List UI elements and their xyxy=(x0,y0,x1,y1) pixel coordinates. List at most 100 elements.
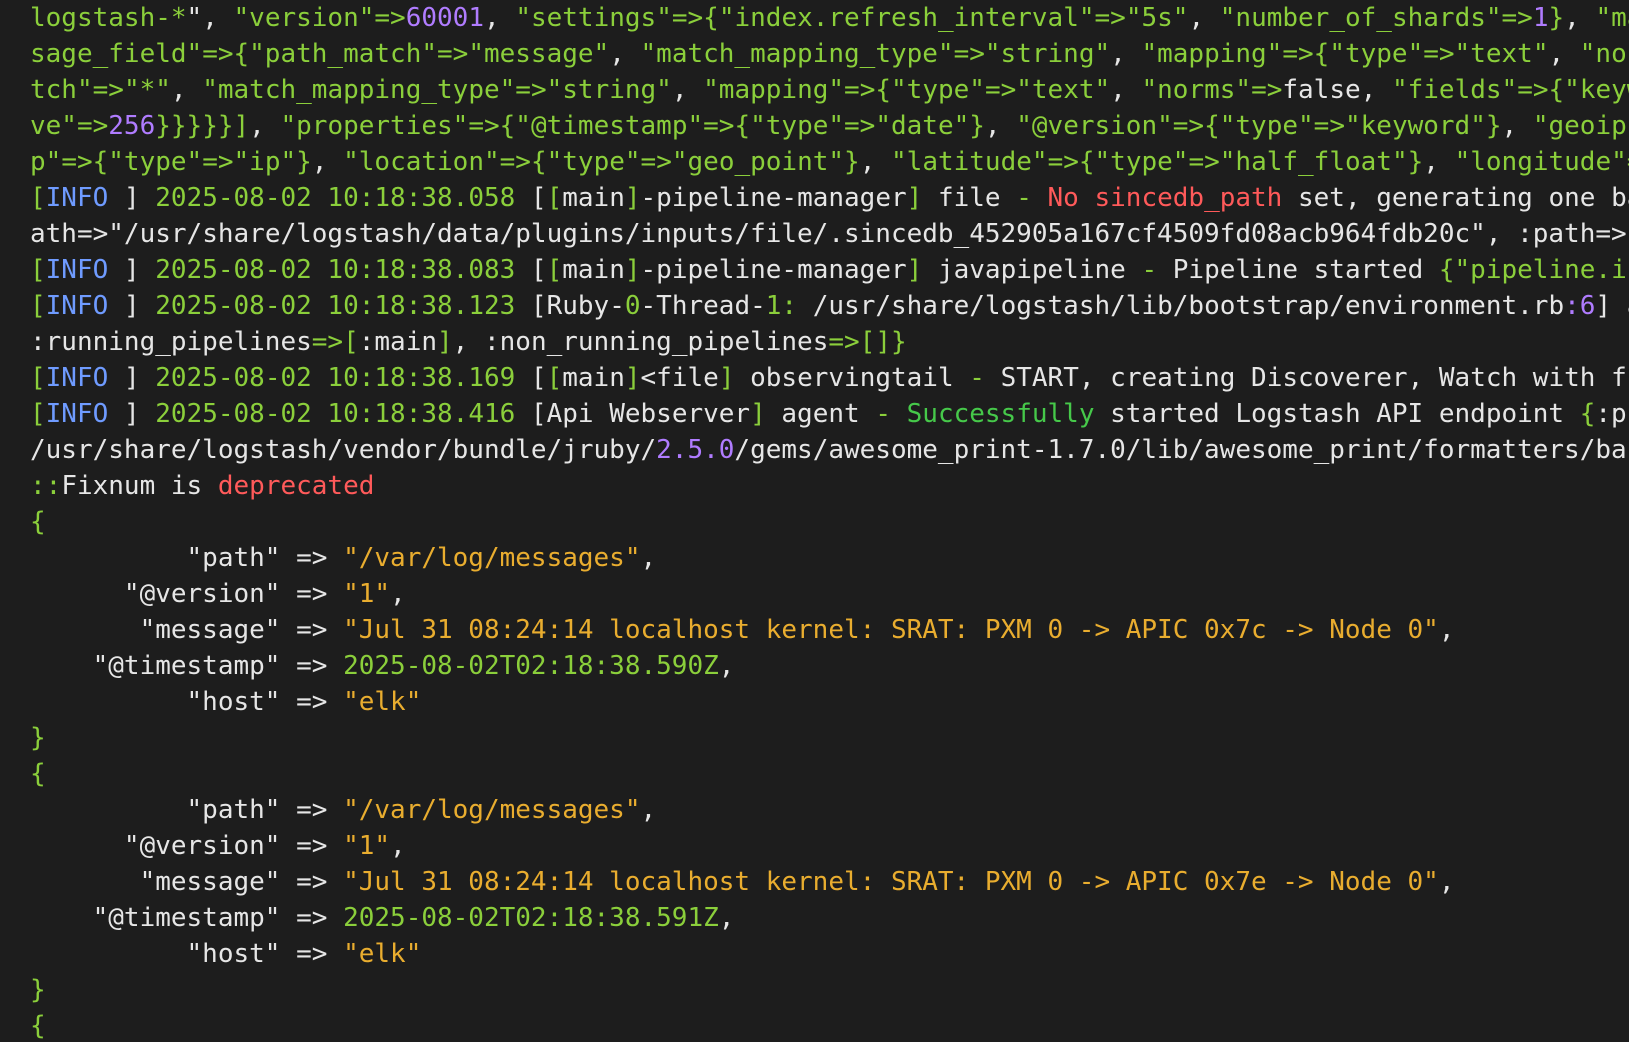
terminal-line: ::Fixnum is deprecated xyxy=(30,468,1629,504)
terminal-segment: { xyxy=(30,1011,46,1041)
terminal-segment: INFO xyxy=(45,183,124,213)
terminal-segment: "1" xyxy=(343,831,391,861)
terminal-segment: "pipeline.ic xyxy=(1454,255,1629,285)
terminal-segment: "nor xyxy=(1579,39,1629,69)
terminal-segment: "ma xyxy=(1595,3,1629,33)
terminal-line: [INFO ] 2025-08-02 10:18:38.123 [Ruby-0-… xyxy=(30,288,1629,324)
terminal-segment: main xyxy=(562,183,625,213)
terminal-segment: , xyxy=(1188,3,1220,33)
terminal-segment: "norms" xyxy=(1141,75,1252,105)
terminal-segment: [ xyxy=(515,255,547,285)
terminal-segment: , xyxy=(1423,147,1455,177)
terminal-segment: => xyxy=(296,831,344,861)
terminal-segment: "@timestamp" xyxy=(30,903,297,933)
terminal-segment: "1" xyxy=(343,579,391,609)
terminal-segment: { xyxy=(30,507,46,537)
terminal-segment: => xyxy=(1423,39,1455,69)
terminal-segment: => xyxy=(1282,39,1314,69)
terminal-segment: 2.5.0 xyxy=(656,435,735,465)
terminal-segment: , xyxy=(640,795,657,825)
terminal-segment: => xyxy=(92,75,124,105)
terminal-segment: - xyxy=(969,363,1001,393)
terminal-segment: "text" xyxy=(1016,75,1111,105)
terminal-segment: "geo_point" xyxy=(671,147,845,177)
terminal-segment: , xyxy=(859,147,892,177)
terminal-segment: "match_mapping_type" xyxy=(202,75,516,105)
terminal-segment: ", xyxy=(186,3,234,33)
terminal-output[interactable]: logstash-*", "version"=>60001, "settings… xyxy=(30,0,1629,1042)
terminal-segment: ] a xyxy=(1595,291,1629,321)
terminal-segment: { xyxy=(233,39,250,69)
terminal-segment: { xyxy=(875,75,892,105)
terminal-segment: , xyxy=(640,543,657,573)
terminal-segment: ve" xyxy=(30,111,77,141)
terminal-segment: } xyxy=(30,723,46,753)
terminal-segment: ] xyxy=(437,327,453,357)
terminal-segment: "latitude" xyxy=(891,147,1048,177)
terminal-segment: /usr/share/logstash/lib/bootstrap/enviro… xyxy=(797,291,1565,321)
terminal-segment: { xyxy=(530,147,547,177)
terminal-segment: "type" xyxy=(108,147,203,177)
terminal-segment: => xyxy=(296,903,344,933)
terminal-segment: ] xyxy=(123,183,156,213)
terminal-line: [INFO ] 2025-08-02 10:18:38.416 [Api Web… xyxy=(30,396,1629,432)
terminal-segment: 2025-08-02 10:18:38.169 xyxy=(155,363,516,393)
terminal-segment: :: xyxy=(30,471,62,501)
terminal-segment: "string" xyxy=(984,39,1111,69)
terminal-segment: => xyxy=(1188,147,1220,177)
terminal-segment: ] xyxy=(123,255,156,285)
terminal-line: [INFO ] 2025-08-02 10:18:38.058 [[main]-… xyxy=(30,180,1629,216)
terminal-segment: { xyxy=(1078,147,1095,177)
terminal-segment: logstash-* xyxy=(30,3,187,33)
terminal-segment: ] xyxy=(906,255,923,285)
terminal-segment: "ip" xyxy=(233,147,297,177)
terminal-segment: "host" xyxy=(30,687,297,717)
terminal-segment: -pipeline-manager xyxy=(640,255,907,285)
terminal-segment: => xyxy=(296,687,344,717)
terminal-line: "@version" => "1", xyxy=(30,576,1629,612)
terminal-segment: , xyxy=(1360,75,1392,105)
terminal-segment: main xyxy=(562,255,625,285)
terminal-segment: } xyxy=(30,975,46,1005)
terminal-segment: , xyxy=(1548,39,1580,69)
terminal-segment: => xyxy=(437,39,469,69)
terminal-segment: ] xyxy=(624,183,641,213)
terminal-segment: => xyxy=(984,75,1017,105)
terminal-line: "host" => "elk" xyxy=(30,684,1629,720)
terminal-segment: , xyxy=(718,651,735,681)
terminal-segment: INFO xyxy=(45,291,124,321)
terminal-line: } xyxy=(30,972,1629,1008)
terminal-segment: { xyxy=(1548,75,1565,105)
terminal-segment: "mapping" xyxy=(703,75,845,105)
terminal-segment: 1 xyxy=(1532,3,1549,33)
terminal-segment: , xyxy=(170,75,203,105)
terminal-segment: "properties" xyxy=(280,111,469,141)
terminal-segment: :non_running_pipelines xyxy=(483,327,829,357)
terminal-segment: "string" xyxy=(546,75,672,105)
terminal-line: "message" => "Jul 31 08:24:14 localhost … xyxy=(30,864,1629,900)
terminal-segment: [ xyxy=(546,363,563,393)
terminal-segment: 2025-08-02 10:18:38.416 xyxy=(155,399,516,429)
terminal-segment: ath=> xyxy=(30,219,109,249)
terminal-segment: => xyxy=(1501,3,1533,33)
terminal-segment: => xyxy=(515,75,547,105)
terminal-segment: false xyxy=(1282,75,1361,105)
terminal-line: { xyxy=(30,756,1629,792)
terminal-segment: ] xyxy=(123,363,156,393)
terminal-segment: /usr/share/logstash/vendor/bundle/jruby/ xyxy=(30,435,657,465)
terminal-segment: "@timestamp" xyxy=(30,651,297,681)
terminal-segment: [ xyxy=(515,363,547,393)
terminal-segment: ] xyxy=(624,363,641,393)
terminal-segment: , xyxy=(390,579,406,609)
terminal-segment: => xyxy=(1172,111,1205,141)
terminal-segment: javapipeline xyxy=(922,255,1142,285)
terminal-line: ve"=>256}}}}}], "properties"=>{"@timesta… xyxy=(30,108,1629,144)
terminal-segment: "settings" xyxy=(515,3,672,33)
terminal-segment: 2025-08-02T02:18:38.591Z xyxy=(343,903,719,933)
terminal-segment: [ xyxy=(546,255,563,285)
terminal-segment: "host" xyxy=(30,939,297,969)
terminal-segment: []} xyxy=(859,327,907,357)
terminal-segment: => xyxy=(76,111,109,141)
terminal-segment: [ xyxy=(30,291,46,321)
terminal-segment: => xyxy=(202,147,234,177)
